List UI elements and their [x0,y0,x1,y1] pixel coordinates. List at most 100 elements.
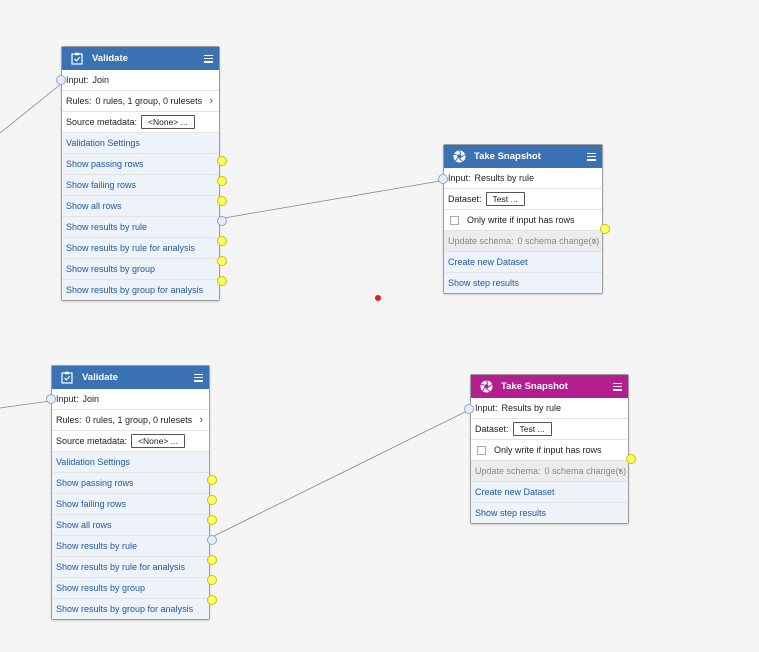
chevron-right-icon: › [618,465,622,477]
output-show-results-by-group-analysis[interactable]: Show results by group for analysis [52,598,209,619]
only-write-row[interactable]: Only write if input has rows [444,209,602,230]
connector-line [0,400,51,409]
output-show-results-by-group[interactable]: Show results by group [62,258,219,279]
input-label: Input: [448,173,471,183]
input-value: Join [92,75,110,85]
source-metadata-label: Source metadata: [56,436,128,446]
node-title: Take Snapshot [474,151,541,162]
only-write-row[interactable]: Only write if input has rows [471,439,628,460]
source-metadata-label: Source metadata: [66,117,138,127]
node-title: Validate [92,53,128,64]
output-port[interactable] [217,216,227,226]
node-header[interactable]: Validate [52,366,209,389]
output-show-results-by-rule-analysis[interactable]: Show results by rule for analysis [52,556,209,577]
output-port[interactable] [217,196,227,206]
update-schema-label: Update schema: [448,236,514,246]
create-new-dataset-link[interactable]: Create new Dataset [471,481,628,502]
clipboard-check-icon [70,52,84,66]
output-port[interactable] [207,575,217,585]
hamburger-menu-icon[interactable] [587,152,596,161]
output-port[interactable] [217,276,227,286]
node-title: Take Snapshot [501,381,568,392]
validation-settings-link[interactable]: Validation Settings [62,132,219,153]
output-port[interactable] [207,535,217,545]
rules-row[interactable]: Rules: 0 rules, 1 group, 0 rulesets › [62,90,219,111]
only-write-checkbox[interactable] [450,215,459,225]
output-show-failing-rows[interactable]: Show failing rows [52,493,209,514]
input-port[interactable] [464,404,474,414]
update-schema-row[interactable]: Update schema: 0 schema change(s) › [444,230,602,251]
connector-line [0,83,62,134]
output-port[interactable] [217,236,227,246]
only-write-label: Only write if input has rows [494,445,602,455]
output-show-passing-rows[interactable]: Show passing rows [52,472,209,493]
update-schema-row[interactable]: Update schema: 0 schema change(s) › [471,460,628,481]
validation-settings-link[interactable]: Validation Settings [52,451,209,472]
chevron-right-icon: › [199,414,203,426]
output-port[interactable] [207,515,217,525]
hamburger-menu-icon[interactable] [194,373,203,382]
rules-label: Rules: [66,96,92,106]
take-snapshot-node-selected[interactable]: Take Snapshot Input: Results by rule Dat… [470,374,629,524]
output-show-results-by-group[interactable]: Show results by group [52,577,209,598]
node-header[interactable]: Take Snapshot [471,375,628,398]
node-header[interactable]: Validate [62,47,219,70]
rules-label: Rules: [56,415,82,425]
take-snapshot-node[interactable]: Take Snapshot Input: Results by rule Dat… [443,144,603,294]
output-port[interactable] [207,555,217,565]
create-new-dataset-link[interactable]: Create new Dataset [444,251,602,272]
dataset-row: Dataset: Test ... [444,188,602,209]
input-label: Input: [56,394,79,404]
dataset-select[interactable]: Test ... [485,192,525,206]
output-port[interactable] [217,156,227,166]
output-port[interactable] [207,595,217,605]
show-step-results-link[interactable]: Show step results [444,272,602,293]
input-port[interactable] [56,75,66,85]
node-header[interactable]: Take Snapshot [444,145,602,168]
input-row: Input: Join [52,389,209,409]
output-port[interactable] [600,224,610,234]
input-port[interactable] [46,394,56,404]
output-port[interactable] [207,475,217,485]
show-step-results-link[interactable]: Show step results [471,502,628,523]
chevron-right-icon: › [209,95,213,107]
source-metadata-select[interactable]: <None> ... [141,115,195,129]
rules-row[interactable]: Rules: 0 rules, 1 group, 0 rulesets › [52,409,209,430]
validate-node[interactable]: Validate Input: Join Rules: 0 rules, 1 g… [61,46,220,301]
output-show-passing-rows[interactable]: Show passing rows [62,153,219,174]
input-port[interactable] [438,174,448,184]
output-show-failing-rows[interactable]: Show failing rows [62,174,219,195]
output-show-all-rows[interactable]: Show all rows [52,514,209,535]
source-metadata-select[interactable]: <None> ... [131,434,185,448]
only-write-label: Only write if input has rows [467,215,575,225]
output-show-results-by-rule[interactable]: Show results by rule [62,216,219,237]
input-value: Results by rule [501,403,562,413]
update-schema-label: Update schema: [475,466,541,476]
output-show-results-by-group-analysis[interactable]: Show results by group for analysis [62,279,219,300]
clipboard-check-icon [60,371,74,385]
camera-shutter-icon [479,380,493,394]
dataset-label: Dataset: [448,194,482,204]
connector-line [213,410,468,537]
input-value: Results by rule [474,173,535,183]
dataset-row: Dataset: Test ... [471,418,628,439]
workflow-canvas[interactable]: Validate Input: Join Rules: 0 rules, 1 g… [0,0,759,652]
output-port[interactable] [626,454,636,464]
only-write-checkbox[interactable] [477,445,486,455]
output-show-all-rows[interactable]: Show all rows [62,195,219,216]
input-row: Input: Results by rule [444,168,602,188]
hamburger-menu-icon[interactable] [613,382,622,391]
hamburger-menu-icon[interactable] [204,54,213,63]
output-show-results-by-rule[interactable]: Show results by rule [52,535,209,556]
output-port[interactable] [217,176,227,186]
dataset-select[interactable]: Test ... [512,422,552,436]
output-port[interactable] [217,256,227,266]
dataset-label: Dataset: [475,424,509,434]
input-label: Input: [475,403,498,413]
input-label: Input: [66,75,89,85]
source-metadata-row: Source metadata: <None> ... [62,111,219,132]
update-schema-value: 0 schema change(s) [517,236,600,246]
output-port[interactable] [207,495,217,505]
output-show-results-by-rule-analysis[interactable]: Show results by rule for analysis [62,237,219,258]
validate-node[interactable]: Validate Input: Join Rules: 0 rules, 1 g… [51,365,210,620]
